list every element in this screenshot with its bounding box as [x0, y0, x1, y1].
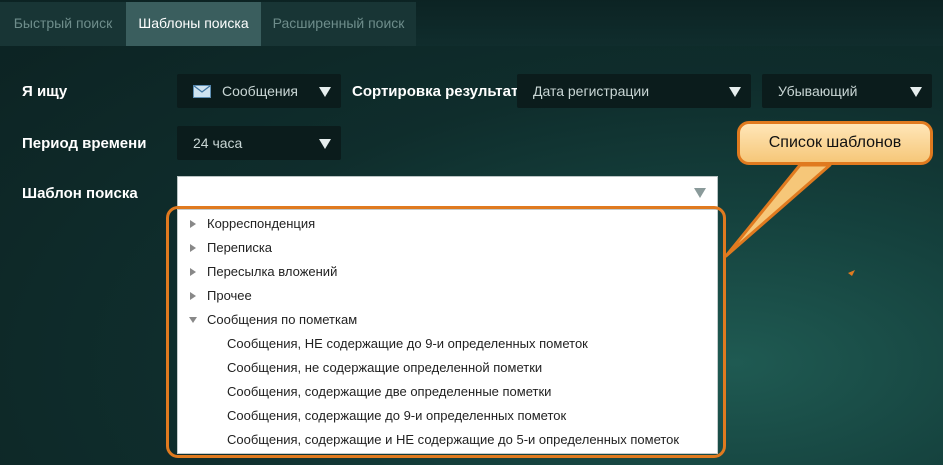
callout-label: Список шаблонов [737, 121, 933, 165]
callout-pointer [724, 163, 855, 276]
